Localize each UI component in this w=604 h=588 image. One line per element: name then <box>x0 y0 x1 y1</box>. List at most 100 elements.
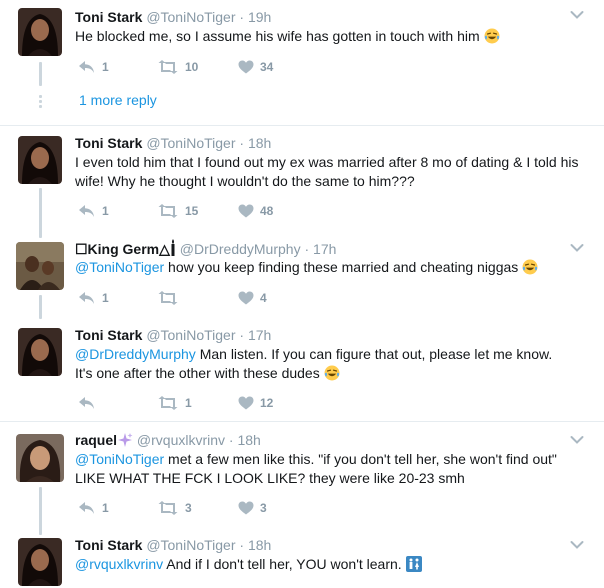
like-count: 3 <box>260 501 267 515</box>
avatar[interactable] <box>18 328 62 376</box>
retweet-button[interactable]: 10 <box>157 58 198 76</box>
timestamp[interactable]: 18h <box>248 135 271 151</box>
like-count: 12 <box>260 396 274 410</box>
tweet-actions: 1 3 3 <box>75 499 375 517</box>
like-button[interactable]: 48 <box>238 202 273 220</box>
chevron-down-icon[interactable] <box>570 540 584 550</box>
avatar[interactable] <box>18 538 62 586</box>
retweet-icon <box>157 60 179 74</box>
retweet-button[interactable]: 3 <box>157 499 192 517</box>
tweet[interactable]: ☐King Germ△ @DrDreddyMurphy · 17h @ToniN… <box>0 239 604 319</box>
retweet-button[interactable] <box>157 289 185 307</box>
reply-button[interactable]: 1 <box>78 499 109 517</box>
tweet-text: He blocked me, so I assume his wife has … <box>75 27 585 46</box>
reply-icon <box>78 501 96 515</box>
reply-button[interactable]: 1 <box>78 289 109 307</box>
display-name[interactable]: Toni Stark <box>75 537 142 553</box>
mention-link[interactable]: @rvquxlkvrinv <box>75 556 163 572</box>
tweet-text-line2: LIKE WHAT THE FCK I LOOK LIKE? they were… <box>75 470 465 486</box>
retweet-count: 15 <box>185 204 199 218</box>
username[interactable]: @ToniNoTiger <box>146 9 235 25</box>
avatar[interactable] <box>18 8 62 56</box>
mention-link[interactable]: @ToniNoTiger <box>75 259 164 275</box>
tweet[interactable]: Toni Stark @ToniNoTiger · 17h @DrDreddyM… <box>0 326 604 416</box>
laughing-emoji <box>324 365 340 381</box>
tweet-header: raquel @rvquxlkvrinv · 18h <box>75 431 261 449</box>
separator: · <box>228 432 234 448</box>
retweet-button[interactable]: 1 <box>157 394 192 412</box>
tweet-header: Toni Stark @ToniNoTiger · 18h <box>75 134 271 152</box>
tweet-actions: 1 10 34 <box>75 58 375 76</box>
display-name[interactable]: Toni Stark <box>75 327 142 343</box>
timestamp[interactable]: 19h <box>248 9 271 25</box>
tweet-text: @ToniNoTiger how you keep finding these … <box>75 258 585 277</box>
display-name[interactable]: raquel <box>75 432 117 448</box>
like-icon <box>238 60 254 74</box>
like-icon <box>238 501 254 515</box>
reply-button[interactable] <box>78 394 102 412</box>
reply-count: 1 <box>102 60 109 74</box>
retweet-icon <box>157 501 179 515</box>
chevron-down-icon[interactable] <box>570 243 584 253</box>
divider <box>0 125 604 126</box>
tweet-header: Toni Stark @ToniNoTiger · 17h <box>75 326 271 344</box>
retweet-count: 1 <box>185 396 192 410</box>
avatar[interactable] <box>18 136 62 184</box>
avatar[interactable] <box>16 434 64 482</box>
retweet-count: 10 <box>185 60 199 74</box>
tweet-text: @ToniNoTiger met a few men like this. "i… <box>75 450 585 488</box>
reply-count: 1 <box>102 501 109 515</box>
reply-count: 1 <box>102 291 109 305</box>
display-name[interactable]: ☐King Germ△ <box>75 241 170 257</box>
tweet-actions: 1 15 48 <box>75 202 375 220</box>
thread-line <box>39 62 42 86</box>
tweet[interactable]: raquel @rvquxlkvrinv · 18h @ToniNoTiger … <box>0 431 604 535</box>
tweet[interactable]: Toni Stark @ToniNoTiger · 19h He blocked… <box>0 8 604 120</box>
tweet-text-content: He blocked me, so I assume his wife has … <box>75 28 480 44</box>
tweet[interactable]: Toni Stark @ToniNoTiger · 18h @rvquxlkvr… <box>0 536 604 588</box>
timestamp[interactable]: 17h <box>313 241 336 257</box>
separator: · <box>239 135 245 151</box>
username[interactable]: @ToniNoTiger <box>146 537 235 553</box>
tweet-text-line1: Man listen. If you can figure that out, … <box>195 346 553 362</box>
thread-line <box>39 295 42 319</box>
chevron-down-icon[interactable] <box>570 435 584 445</box>
chevron-down-icon[interactable] <box>570 10 584 20</box>
tweet[interactable]: Toni Stark @ToniNoTiger · 18h I even tol… <box>0 134 604 238</box>
reply-count: 1 <box>102 204 109 218</box>
separator: · <box>239 327 245 343</box>
display-name[interactable]: Toni Stark <box>75 9 142 25</box>
like-button[interactable]: 12 <box>238 394 273 412</box>
timestamp[interactable]: 18h <box>237 432 260 448</box>
mention-link[interactable]: @DrDreddyMurphy <box>75 346 196 362</box>
avatar[interactable] <box>16 242 64 290</box>
divider <box>0 421 604 422</box>
reply-button[interactable]: 1 <box>78 202 109 220</box>
timestamp[interactable]: 17h <box>248 327 271 343</box>
username[interactable]: @rvquxlkvrinv <box>137 432 225 448</box>
like-button[interactable]: 3 <box>238 499 267 517</box>
reply-icon <box>78 291 96 305</box>
separator: · <box>239 9 245 25</box>
tweet-actions: 1 12 <box>75 394 375 412</box>
reply-icon <box>78 204 96 218</box>
display-name[interactable]: Toni Stark <box>75 135 142 151</box>
reply-icon <box>78 396 96 410</box>
username[interactable]: @ToniNoTiger <box>146 327 235 343</box>
like-count: 34 <box>260 60 274 74</box>
username[interactable]: @DrDreddyMurphy <box>180 241 301 257</box>
more-replies-link[interactable]: 1 more reply <box>79 92 157 108</box>
reply-button[interactable]: 1 <box>78 58 109 76</box>
tweet-text: @DrDreddyMurphy Man listen. If you can f… <box>75 345 585 383</box>
mention-link[interactable]: @ToniNoTiger <box>75 451 164 467</box>
timestamp[interactable]: 18h <box>248 537 271 553</box>
reply-icon <box>78 60 96 74</box>
like-count: 4 <box>260 291 267 305</box>
like-icon <box>238 396 254 410</box>
like-button[interactable]: 4 <box>238 289 267 307</box>
tweet-header: Toni Stark @ToniNoTiger · 19h <box>75 8 271 26</box>
retweet-icon <box>157 291 179 305</box>
like-button[interactable]: 34 <box>238 58 273 76</box>
username[interactable]: @ToniNoTiger <box>146 135 235 151</box>
retweet-button[interactable]: 15 <box>157 202 198 220</box>
